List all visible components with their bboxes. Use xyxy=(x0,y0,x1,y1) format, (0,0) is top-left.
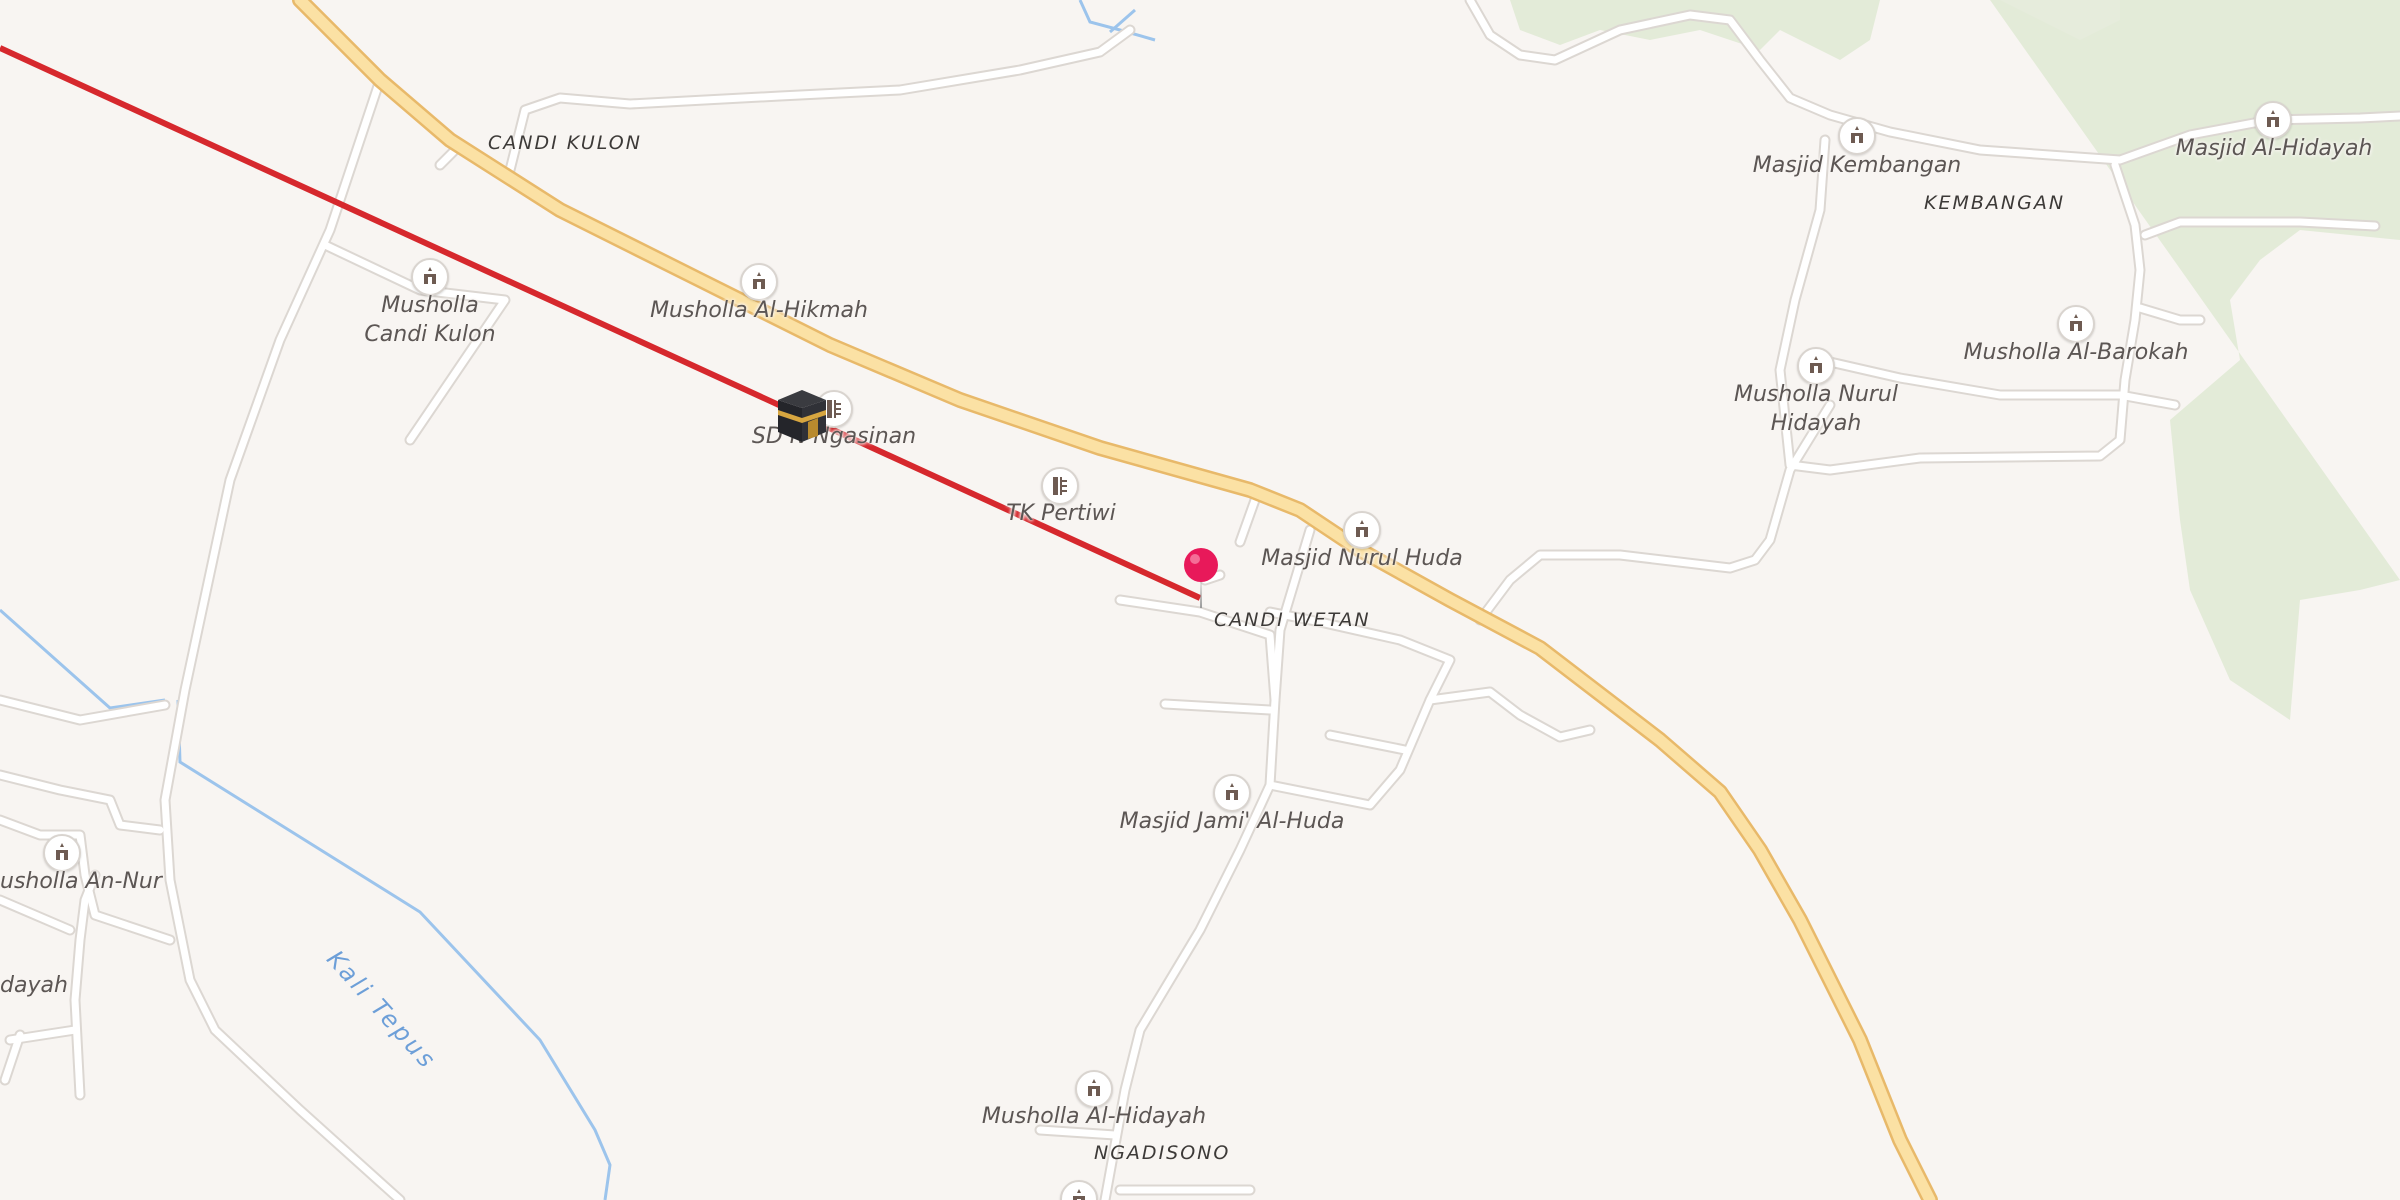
poi-label-line: Candi Kulon xyxy=(364,322,496,347)
poi-label-musholla-nurul-hidayah[interactable]: Musholla Nurul Hidayah xyxy=(1734,380,1898,438)
poi-label-musholla-al-barokah[interactable]: Musholla Al-Barokah xyxy=(1964,338,2189,367)
poi-label-line: Musholla Nurul xyxy=(1734,382,1898,407)
kaaba-icon xyxy=(772,386,832,444)
mosque-icon[interactable] xyxy=(1060,1180,1098,1200)
place-label-kembangan: KEMBANGAN xyxy=(1924,192,2066,214)
location-pin-icon[interactable] xyxy=(1180,546,1222,612)
poi-label-line: Musholla xyxy=(381,293,479,318)
poi-label-masjid-al-hidayah[interactable]: Masjid Al-Hidayah xyxy=(2176,134,2373,163)
poi-label-masjid-kembangan[interactable]: Masjid Kembangan xyxy=(1753,151,1962,180)
place-label-ngadisono: NGADISONO xyxy=(1094,1142,1231,1164)
poi-label-musholla-al-hidayah[interactable]: Musholla Al-Hidayah xyxy=(982,1102,1206,1131)
place-label-candi-wetan: CANDI WETAN xyxy=(1214,609,1371,631)
mosque-icon[interactable] xyxy=(1838,117,1876,155)
place-label-candi-kulon: CANDI KULON xyxy=(488,132,642,154)
poi-label-masjid-jami-al-huda[interactable]: Masjid Jami' Al-Huda xyxy=(1120,807,1345,836)
poi-label-dayah[interactable]: dayah xyxy=(0,971,68,1000)
poi-label-tk-pertiwi[interactable]: TK Pertiwi xyxy=(1006,499,1116,528)
poi-label-musholla-al-hikmah[interactable]: Musholla Al-Hikmah xyxy=(650,296,868,325)
poi-label-musholla-an-nur[interactable]: usholla An-Nur xyxy=(0,867,162,896)
poi-label-masjid-nurul-huda[interactable]: Masjid Nurul Huda xyxy=(1261,544,1463,573)
poi-label-musholla-candi-kulon[interactable]: Musholla Candi Kulon xyxy=(364,291,495,349)
map-canvas[interactable]: CANDI KULON CANDI WETAN KEMBANGAN NGADIS… xyxy=(0,0,2400,1200)
waterways xyxy=(0,0,1156,1200)
poi-label-line: Hidayah xyxy=(1770,411,1862,436)
